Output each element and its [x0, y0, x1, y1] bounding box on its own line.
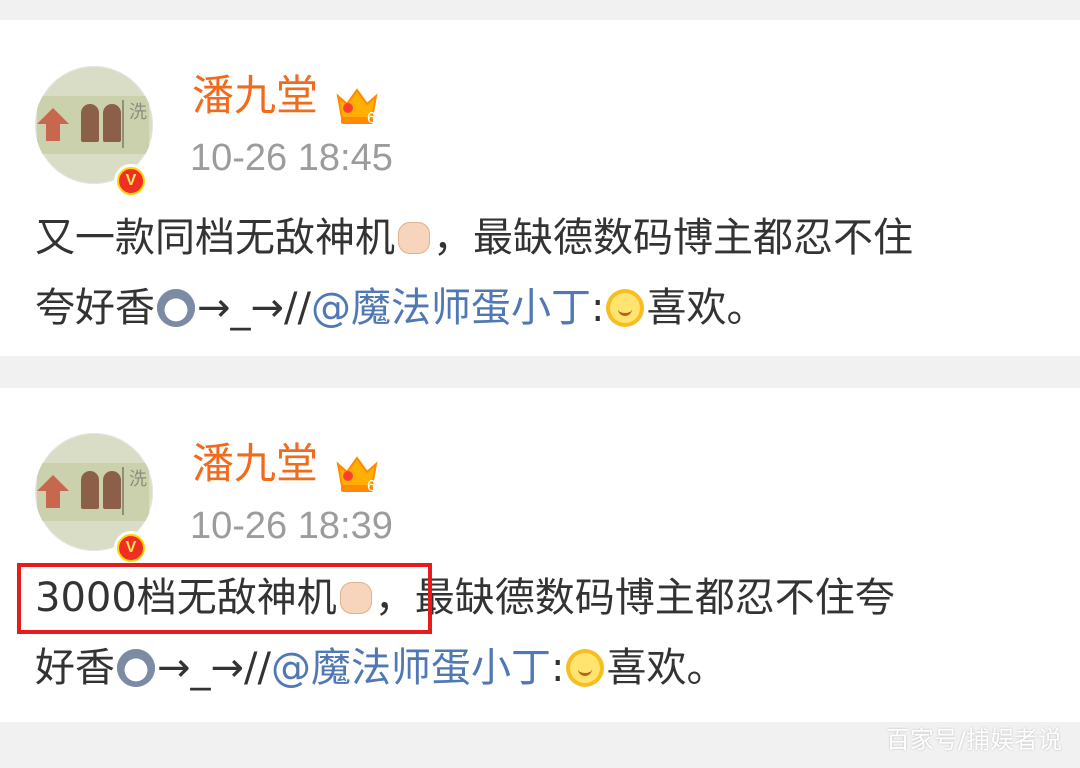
- username-label[interactable]: 潘九堂: [192, 440, 318, 488]
- post-line-2: 好香 →_→// @魔法师蛋小丁 : 喜欢。: [35, 633, 1050, 703]
- timestamp-label: 10-26 18:45: [190, 137, 393, 179]
- verified-badge: V: [114, 164, 148, 198]
- sign-text: 洗: [129, 469, 147, 490]
- sign-text: 洗: [129, 102, 147, 123]
- husky-face-icon: [157, 289, 195, 327]
- post-content: 又一款同档无敌神机 ，最缺德数码博主都忍不住 夸好香 →_→// @魔法师蛋小丁…: [35, 203, 1050, 343]
- arrow-icon: [37, 475, 69, 491]
- post-text: →_→//: [157, 645, 271, 691]
- svg-text:6: 6: [367, 110, 376, 127]
- verified-v-icon: V: [119, 169, 143, 193]
- post-text: 喜欢。: [606, 645, 727, 691]
- post-content: 3000档无敌神机 ，最缺德数码博主都忍不住夸 好香 →_→// @魔法师蛋小丁…: [35, 563, 1050, 703]
- restroom-man-icon: [81, 104, 99, 142]
- watermark-text: 百家号/捕娱者说: [885, 726, 1062, 754]
- post-text: 好香: [35, 645, 115, 691]
- smile-face-icon: [606, 289, 645, 327]
- sign-divider: [122, 467, 124, 515]
- post-text: 夸好香: [35, 285, 155, 331]
- post-text: →_→//: [197, 285, 311, 331]
- verified-v-icon: V: [119, 536, 143, 560]
- arrow-icon: [37, 108, 69, 124]
- arrow-icon: [46, 490, 60, 508]
- post-line-1: 3000档无敌神机 ，最缺德数码博主都忍不住夸: [35, 563, 1050, 633]
- svg-text:6: 6: [367, 478, 376, 495]
- post-text: :: [550, 645, 565, 691]
- post-line-1: 又一款同档无敌神机 ，最缺德数码博主都忍不住: [35, 203, 1050, 273]
- crown-vip-icon: 6: [336, 88, 378, 127]
- timestamp-label: 10-26 18:39: [190, 505, 393, 547]
- mention-link[interactable]: @魔法师蛋小丁: [311, 273, 591, 343]
- crown-vip-icon: 6: [336, 456, 378, 495]
- username-label[interactable]: 潘九堂: [192, 72, 318, 120]
- weibo-post-2: 洗 V 潘九堂 6 10-26 18:39 3000档无敌神机 ，最缺德数码博主…: [0, 388, 1080, 722]
- post-text: 3000档无敌神机: [35, 575, 337, 621]
- restroom-woman-icon: [103, 104, 121, 142]
- thumbs-up-icon: [398, 222, 430, 254]
- restroom-woman-icon: [103, 471, 121, 509]
- sign-divider: [122, 100, 124, 148]
- thumbs-up-icon: [339, 582, 372, 614]
- restroom-man-icon: [81, 471, 99, 509]
- arrow-icon: [46, 123, 60, 141]
- post-text: 又一款同档无敌神机: [35, 215, 395, 261]
- weibo-post-1: 洗 V 潘九堂 6 10-26 18:45 又一款同档无敌神机 ，最缺德数码博主…: [0, 20, 1080, 356]
- post-text: :: [590, 285, 605, 331]
- post-text: ，最缺德数码博主都忍不住: [433, 215, 913, 261]
- avatar-image: 洗: [37, 96, 149, 154]
- verified-badge: V: [114, 531, 148, 565]
- avatar-image: 洗: [37, 463, 149, 521]
- mention-link[interactable]: @魔法师蛋小丁: [271, 633, 551, 703]
- husky-face-icon: [117, 649, 155, 687]
- post-text: ，最缺德数码博主都忍不住夸: [374, 575, 895, 621]
- post-text: 喜欢。: [646, 285, 767, 331]
- smile-face-icon: [566, 649, 605, 687]
- post-line-2: 夸好香 →_→// @魔法师蛋小丁 : 喜欢。: [35, 273, 1050, 343]
